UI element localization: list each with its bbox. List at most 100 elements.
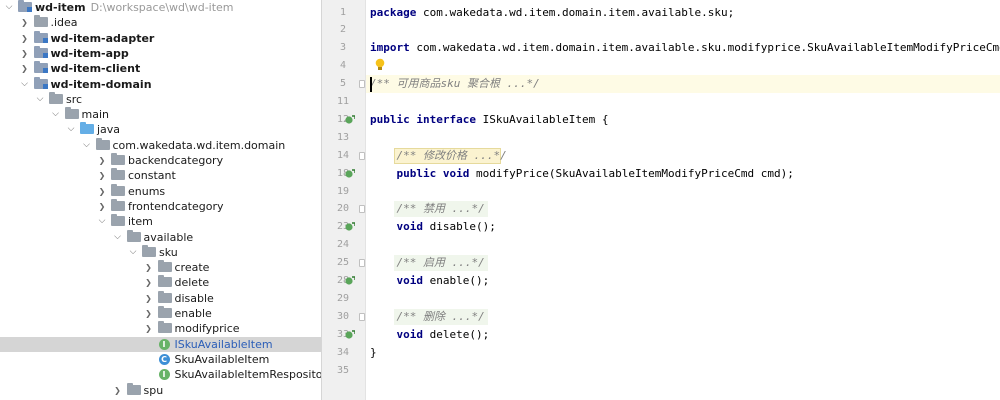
tree-item-com-wakedata-wd-item-domain[interactable]: ⌵ com.wakedata.wd.item.domain [0, 137, 321, 153]
chevron-right-icon[interactable]: ❯ [20, 31, 30, 46]
code-line: import com.wakedata.wd.item.domain.item.… [370, 39, 1000, 57]
tree-item-disable[interactable]: ❯ disable [0, 290, 321, 306]
code-editor[interactable]: 1 2 3 4 5 11 12 13 14 18 19 20 23 24 25 28 29 30 33 34 35 pa… [322, 0, 1000, 400]
chevron-right-icon[interactable]: ❯ [144, 291, 154, 306]
tree-item-idea[interactable]: ❯ .idea [0, 15, 321, 30]
tree-item-text: delete [175, 275, 210, 290]
tree-item-wd-item-app[interactable]: ❯ wd-item-app [0, 45, 321, 61]
code-line: /** 启用 ...*/ [370, 254, 485, 272]
tree-item-wd-item-client[interactable]: ❯ wd-item-client [0, 61, 321, 76]
code-token: disable(); [423, 220, 496, 234]
tree-item-label: wd-item-adapter [50, 31, 155, 45]
chevron-right-icon[interactable]: ❯ [144, 260, 154, 275]
tree-item-text: .idea [51, 15, 78, 30]
tree-item-text: ISkuAvailableItem [175, 337, 273, 352]
chevron-down-icon[interactable]: ⌵ [82, 138, 92, 153]
folder-icon [157, 275, 172, 288]
fold-marker-icon[interactable] [359, 205, 365, 214]
interface-icon: I [158, 338, 170, 350]
fold-marker-icon[interactable] [359, 80, 365, 89]
chevron-right-icon[interactable]: ❯ [20, 46, 30, 61]
implemented-icon[interactable] [345, 168, 355, 179]
line-number: 2 [339, 24, 347, 36]
tree-item-label: ISkuAvailableItem [174, 337, 273, 351]
chevron-down-icon[interactable]: ⌵ [128, 245, 138, 260]
chevron-right-icon[interactable]: ❯ [97, 153, 107, 168]
code-line: public void modifyPrice(SkuAvailableItem… [370, 165, 794, 183]
implemented-icon[interactable] [345, 329, 355, 340]
module-folder-icon [18, 0, 32, 12]
tree-item-spu[interactable]: ❯ spu [0, 382, 321, 398]
tree-item-text: SkuAvailableItem [175, 352, 270, 367]
intention-bulb-icon[interactable] [374, 58, 386, 72]
chevron-right-icon[interactable]: ❯ [97, 199, 107, 214]
chevron-down-icon[interactable]: ⌵ [66, 122, 76, 137]
tree-item-skuavailableitem[interactable]: C SkuAvailableItem [0, 352, 321, 367]
tree-item-enums[interactable]: ❯ enums [0, 183, 321, 199]
chevron-right-icon[interactable]: ❯ [113, 383, 123, 398]
chevron-right-icon[interactable]: ❯ [144, 275, 154, 290]
chevron-down-icon[interactable]: ⌵ [20, 77, 30, 92]
code-token: } [370, 345, 377, 359]
tree-item-text: backendcategory [128, 153, 223, 168]
implemented-icon[interactable] [345, 276, 355, 286]
keyword-token: public [370, 112, 410, 126]
tree-item-modifyprice[interactable]: ❯ modifyprice [0, 321, 321, 336]
tree-item-label: java [97, 123, 121, 137]
tree-item-iskuavailableitem[interactable]: I ISkuAvailableItem [0, 336, 321, 352]
tree-item-java[interactable]: ⌵ java [0, 122, 321, 137]
line-number: 11 [336, 96, 350, 107]
chevron-right-icon[interactable]: ❯ [144, 321, 154, 336]
tree-item-sku[interactable]: ⌵ sku [0, 244, 321, 260]
fold-marker-icon[interactable] [359, 259, 365, 268]
tree-item-frontendcategory[interactable]: ❯ frontendcategory [0, 198, 321, 214]
tree-item-constant[interactable]: ❯ constant [0, 168, 321, 183]
chevron-right-icon[interactable]: ❯ [97, 184, 107, 199]
tree-item-skuavailableitemrespository[interactable]: I SkuAvailableItemRespository [0, 367, 321, 382]
tree-item-label: wd-item-domain [50, 77, 152, 91]
tree-item-wd-item[interactable]: ⌵ wd-item D:\workspace\wd\wd-item [0, 0, 321, 15]
tree-item-enable[interactable]: ❯ enable [0, 306, 321, 321]
tree-item-src[interactable]: ⌵ src [0, 91, 321, 107]
chevron-down-icon[interactable]: ⌵ [4, 0, 14, 15]
fold-marker-icon[interactable] [359, 151, 365, 160]
tree-item-label: create [174, 261, 210, 275]
tree-item-item[interactable]: ⌵ item [0, 214, 321, 229]
chevron-right-icon[interactable]: ❯ [97, 168, 107, 183]
tree-item-wd-item-domain[interactable]: ⌵ wd-item-domain [0, 76, 321, 92]
folded-comment[interactable]: /** 修改价格 ...*/ [397, 149, 507, 162]
chevron-down-icon[interactable]: ⌵ [51, 107, 61, 122]
chevron-right-icon[interactable]: ❯ [20, 61, 30, 76]
line-number: 34 [336, 346, 350, 358]
tree-item-available[interactable]: ⌵ available [0, 229, 321, 245]
chevron-right-icon[interactable]: ❯ [20, 15, 30, 30]
chevron-right-icon[interactable]: ❯ [144, 306, 154, 321]
tree-item-delete[interactable]: ❯ delete [0, 275, 321, 290]
implemented-icon[interactable] [345, 222, 355, 232]
chevron-down-icon[interactable]: ⌵ [35, 92, 45, 107]
tree-item-main[interactable]: ⌵ main [0, 107, 321, 122]
chevron-down-icon[interactable]: ⌵ [113, 230, 123, 245]
folded-comment[interactable]: /** 可用商品sku 聚合根 ...*/ [370, 77, 540, 90]
folded-comment[interactable]: /** 删除 ...*/ [397, 310, 485, 323]
tree-item-wd-item-adapter[interactable]: ❯ wd-item-adapter [0, 30, 321, 46]
tree-item-text: wd-item-app [51, 46, 129, 61]
folded-comment[interactable]: /** 禁用 ...*/ [397, 202, 485, 215]
line-number: 25 [336, 257, 350, 269]
folded-comment[interactable]: /** 启用 ...*/ [397, 256, 485, 269]
chevron-down-icon[interactable]: ⌵ [97, 214, 107, 229]
implemented-icon[interactable] [345, 115, 355, 125]
tree-item-create[interactable]: ❯ create [0, 260, 321, 275]
line-number: 12 [336, 113, 350, 125]
tree-item-backendcategory[interactable]: ❯ backendcategory [0, 153, 321, 168]
line-number: 5 [339, 78, 347, 90]
keyword-token: void [442, 166, 470, 180]
fold-marker-icon[interactable] [359, 312, 365, 321]
tree-item-label: disable [174, 291, 214, 305]
tree-item-label: spu [143, 383, 164, 397]
keyword-token: public [396, 166, 437, 180]
line-number: 1 [339, 6, 347, 18]
tree-item-label: com.wakedata.wd.item.domain [112, 138, 286, 152]
code-line: package com.wakedata.wd.item.domain.item… [370, 4, 734, 22]
